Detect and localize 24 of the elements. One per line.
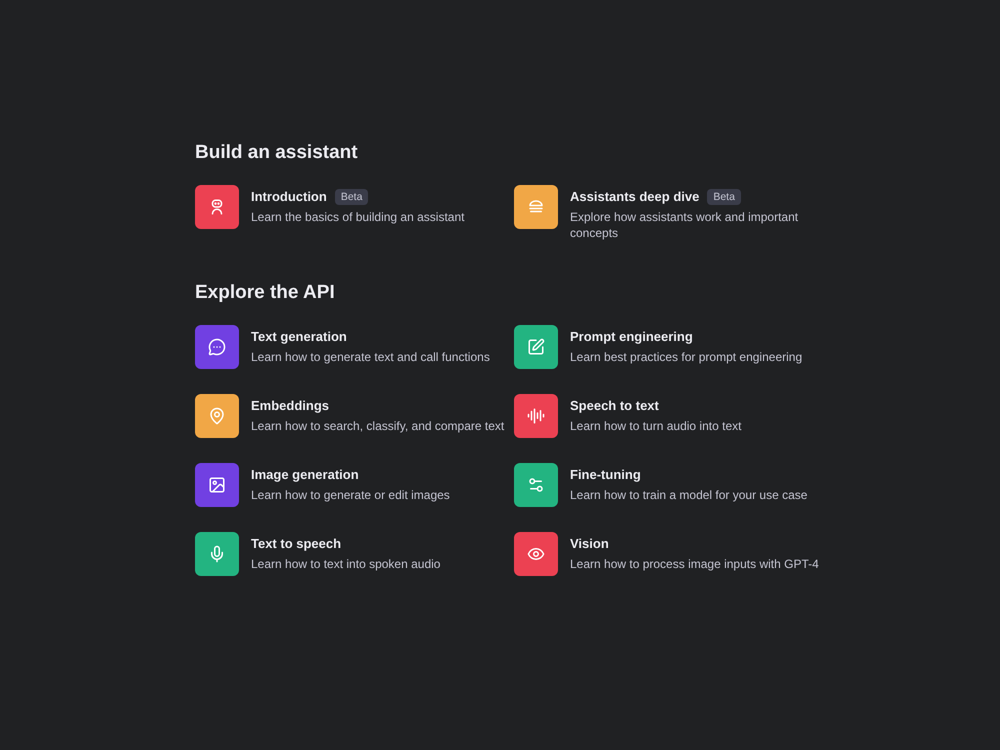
guide-description: Learn best practices for prompt engineering [570, 349, 802, 365]
guide-title[interactable]: Assistants deep dive [570, 187, 700, 207]
guide-description: Learn how to generate text and call functions [251, 349, 490, 365]
guide-description: Learn how to turn audio into text [570, 418, 742, 434]
section-heading: Build an assistant [195, 141, 359, 165]
guide-title[interactable]: Text generation [251, 327, 347, 347]
guide-title[interactable]: Fine-tuning [570, 465, 641, 485]
guide-title[interactable]: Introduction [251, 187, 327, 207]
section-heading: Explore the API [195, 281, 336, 305]
beta-badge: Beta [707, 189, 741, 205]
guide-title[interactable]: Vision [570, 534, 609, 554]
guide-description: Learn how to generate or edit images [251, 487, 450, 503]
guide-title[interactable]: Prompt engineering [570, 327, 693, 347]
guide-description: Learn how to text into spoken audio [251, 556, 440, 572]
beta-badge: Beta [334, 189, 368, 205]
guide-title[interactable]: Speech to text [570, 396, 659, 416]
guide-title[interactable]: Embeddings [251, 396, 330, 416]
guide-description: Explore how assistants work and important concepts [570, 209, 800, 241]
guide-description: Learn how to train a model for your use case [570, 487, 808, 503]
guide-description: Learn how to search, classify, and compare text [251, 418, 504, 434]
guide-title[interactable]: Image generation [251, 465, 359, 485]
guide-description: Learn how to process image inputs with GPT-4 [570, 556, 819, 572]
guide-description: Learn the basics of building an assistant [251, 209, 464, 225]
guide-title[interactable]: Text to speech [251, 534, 342, 554]
